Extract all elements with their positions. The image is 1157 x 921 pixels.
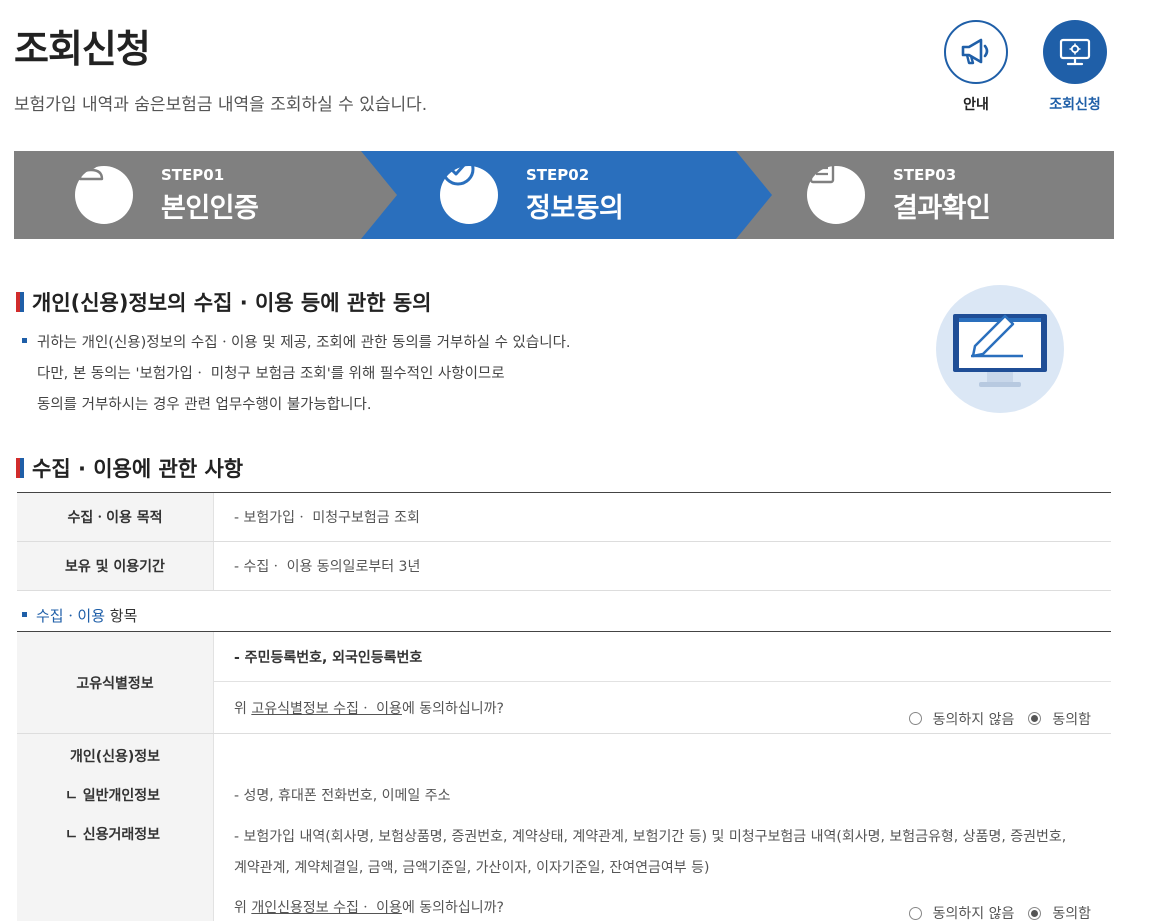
unique-id-block: 고유식별정보 - 주민등록번호, 외국인등록번호 위 고유식별정보 수집ㆍ 이용… xyxy=(17,632,1111,734)
retention-value: - 수집ㆍ 이용 동의일로부터 3년 xyxy=(234,559,421,575)
items-subtitle-blue: 수집ㆍ이용 xyxy=(36,607,106,625)
page-title: 조회신청 xyxy=(14,27,151,71)
credit-info-consent: 위 개인신용정보 수집ㆍ 이용에 동의하십니까? 동의하지 않음 동의함 xyxy=(234,884,1111,921)
table-row: 수집ㆍ이용 목적 - 보험가입ㆍ 미청구보험금 조회 xyxy=(17,493,1111,542)
inquiry-button[interactable]: 조회신청 xyxy=(1042,20,1108,114)
radio-icon xyxy=(908,712,922,725)
step-02-name: 정보동의 xyxy=(526,192,624,224)
step-03-number: STEP03 xyxy=(893,165,957,184)
usage-section-title: 수집 · 이용에 관한 사항 xyxy=(16,453,243,483)
step-01: STEP01 본인인증 xyxy=(75,151,259,239)
items-subtitle: 수집ㆍ이용 항목 xyxy=(22,605,137,626)
credit-info-desc-general: - 성명, 휴대폰 전화번호, 이메일 주소 xyxy=(234,788,451,804)
unique-id-question: 위 고유식별정보 수집ㆍ 이용에 동의하십니까? xyxy=(234,700,504,717)
notice-line-1: 귀하는 개인(신용)정보의 수집ㆍ이용 및 제공, 조회에 관한 동의를 거부하… xyxy=(37,335,571,351)
unique-id-question-link: 고유식별정보 수집ㆍ 이용 xyxy=(251,700,402,717)
items-subtitle-rest: 항목 xyxy=(105,607,138,625)
unique-id-agree-label: 동의함 xyxy=(1052,711,1091,728)
step-02: STEP02 정보동의 xyxy=(440,151,624,239)
unique-id-disagree-radio[interactable]: 동의하지 않음 xyxy=(908,709,1015,729)
radio-selected-icon xyxy=(1028,906,1042,920)
table-row: 보유 및 이용기간 - 수집ㆍ 이용 동의일로부터 3년 xyxy=(17,542,1111,591)
credit-info-label: 개인(신용)정보 ㄴ 일반개인정보 ㄴ 신용거래정보 xyxy=(17,734,214,921)
usage-section-title-text: 수집 · 이용에 관한 사항 xyxy=(32,457,244,481)
notice-line-2: 다만, 본 동의는 '보험가입ㆍ 미청구 보험금 조회'를 위해 필수적인 사항… xyxy=(37,366,505,382)
computer-pen-illustration xyxy=(935,284,1065,414)
unique-id-disagree-label: 동의하지 않음 xyxy=(932,711,1015,728)
credit-info-desc-transaction-2: 계약관계, 계약체결일, 금액, 금액기준일, 가산이자, 이자기준일, 잔여연… xyxy=(234,860,710,876)
step-02-number: STEP02 xyxy=(526,165,590,184)
page-subtitle: 보험가입 내역과 숨은보험금 내역을 조회하실 수 있습니다. xyxy=(14,95,428,115)
bullet-icon xyxy=(22,337,27,343)
section-mark-icon xyxy=(16,458,24,478)
credit-info-disagree-label: 동의하지 않음 xyxy=(932,906,1015,921)
radio-icon xyxy=(908,906,922,920)
person-icon xyxy=(75,154,133,224)
usage-table: 수집ㆍ이용 목적 - 보험가입ㆍ 미청구보험금 조회 보유 및 이용기간 - 수… xyxy=(17,492,1111,591)
step-01-name: 본인인증 xyxy=(161,192,259,224)
megaphone-icon xyxy=(944,20,1008,84)
step-03-name: 결과확인 xyxy=(893,192,991,224)
unique-id-consent: 위 고유식별정보 수집ㆍ 이용에 동의하십니까? 동의하지 않음 동의함 xyxy=(214,682,1111,733)
monitor-icon xyxy=(1043,20,1107,84)
credit-info-disagree-radio[interactable]: 동의하지 않음 xyxy=(908,903,1015,921)
credit-info-agree-radio[interactable]: 동의함 xyxy=(1028,903,1091,921)
unique-id-agree-radio[interactable]: 동의함 xyxy=(1028,709,1091,729)
credit-info-question-link: 개인신용정보 수집ㆍ 이용 xyxy=(251,900,402,916)
section-mark-icon xyxy=(16,292,24,312)
credit-info-block: 개인(신용)정보 ㄴ 일반개인정보 ㄴ 신용거래정보 - 성명, 휴대폰 전화번… xyxy=(17,734,1111,921)
purpose-label: 수집ㆍ이용 목적 xyxy=(17,493,214,541)
consent-section-title-text: 개인(신용)정보의 수집 · 이용 등에 관한 동의 xyxy=(32,291,432,315)
credit-info-question: 위 개인신용정보 수집ㆍ 이용에 동의하십니까? xyxy=(234,900,504,916)
notice-line-3: 동의를 거부하시는 경우 관련 업무수행이 불가능합니다. xyxy=(37,397,372,413)
check-circle-icon xyxy=(440,152,498,224)
inquiry-label: 조회신청 xyxy=(1049,97,1101,113)
guide-label: 안내 xyxy=(963,97,989,113)
bullet-icon xyxy=(22,612,27,617)
consent-section-title: 개인(신용)정보의 수집 · 이용 등에 관한 동의 xyxy=(16,287,431,317)
credit-info-desc-transaction-1: - 보험가입 내역(회사명, 보험상품명, 증권번호, 계약상태, 계약관계, … xyxy=(234,829,1067,845)
credit-info-label-main: 개인(신용)정보 xyxy=(69,749,161,765)
credit-info-label-general: ㄴ 일반개인정보 xyxy=(65,788,161,804)
guide-button[interactable]: 안내 xyxy=(943,20,1009,114)
items-table: 고유식별정보 - 주민등록번호, 외국인등록번호 위 고유식별정보 수집ㆍ 이용… xyxy=(17,631,1111,921)
unique-id-radio-group: 동의하지 않음 동의함 xyxy=(895,709,1091,729)
radio-selected-icon xyxy=(1028,712,1042,725)
credit-info-radio-group: 동의하지 않음 동의함 xyxy=(895,903,1091,921)
unique-id-desc: - 주민등록번호, 외국인등록번호 xyxy=(214,632,1111,682)
step-01-number: STEP01 xyxy=(161,165,225,184)
credit-info-agree-label: 동의함 xyxy=(1052,906,1091,921)
retention-label: 보유 및 이용기간 xyxy=(17,542,214,590)
purpose-value: - 보험가입ㆍ 미청구보험금 조회 xyxy=(234,510,420,526)
consent-notice: 귀하는 개인(신용)정보의 수집ㆍ이용 및 제공, 조회에 관한 동의를 거부하… xyxy=(22,328,571,421)
unique-id-label: 고유식별정보 xyxy=(17,632,214,733)
step-progress-bar: STEP01 본인인증 STEP02 정보동의 STEP03 결과확인 xyxy=(14,151,1114,239)
credit-info-label-transaction: ㄴ 신용거래정보 xyxy=(65,827,161,843)
document-icon xyxy=(807,152,865,224)
step-03: STEP03 결과확인 xyxy=(807,151,991,239)
